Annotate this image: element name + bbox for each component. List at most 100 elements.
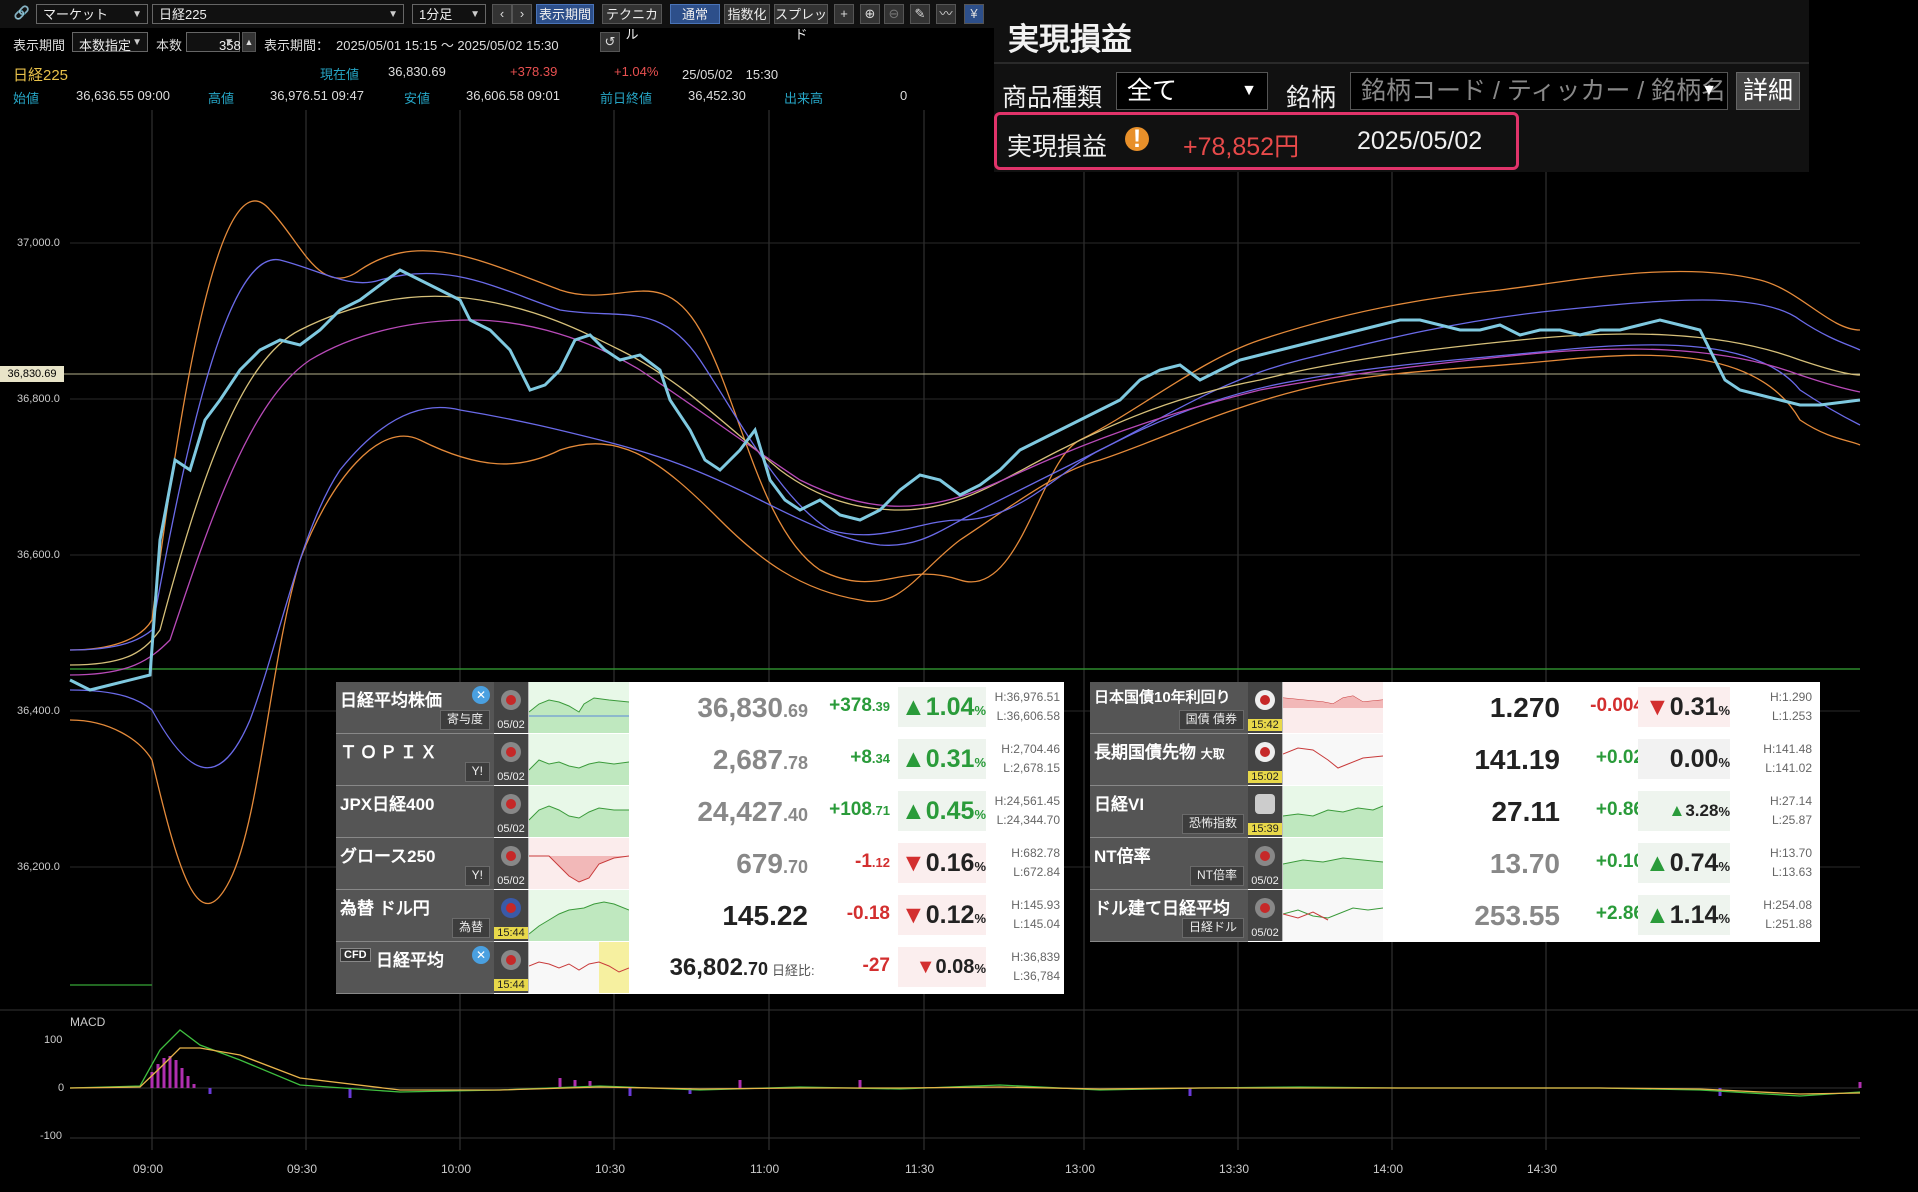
japan-flag-icon: [1255, 898, 1275, 918]
x-label: 14:00: [1373, 1162, 1404, 1176]
ghost-icon: [1255, 794, 1275, 814]
symbol-select[interactable]: 日経225 ▼: [152, 4, 404, 24]
x-label: 10:30: [595, 1162, 626, 1176]
row-date: 15:44: [494, 979, 528, 991]
row-value: 27.11: [1491, 796, 1560, 827]
row-high: H:36,976.51: [994, 690, 1060, 704]
board-row[interactable]: 長期国債先物 大取 15:02 141.19 +0.02 0.00% H:141…: [1090, 734, 1820, 786]
index-button[interactable]: 指数化: [724, 4, 770, 24]
board-row[interactable]: ＴＯＰＩＸ Y! 05/02 2,687.78 +8.34 ▲0.31% H:2…: [336, 734, 1064, 786]
quote-datetime: 25/05/02 15:30: [682, 67, 779, 82]
row-sub-button[interactable]: 恐怖指数: [1181, 814, 1244, 834]
row-sub-button[interactable]: 国債 債券: [1178, 710, 1244, 730]
board-row[interactable]: JPX日経400 05/02 24,427.40 +108.71 ▲0.45% …: [336, 786, 1064, 838]
row-sub-button[interactable]: 寄与度: [439, 710, 490, 730]
sparkline: [1282, 838, 1383, 889]
realized-pnl-result: 実現損益 ! +78,852円 2025/05/02: [994, 112, 1519, 170]
change-pct: +1.04%: [614, 64, 659, 79]
next-icon[interactable]: ›: [512, 4, 532, 24]
row-sub-button[interactable]: Y!: [464, 866, 490, 886]
row-name: 長期国債先物 大取: [1094, 743, 1225, 762]
zoom-out-icon[interactable]: ⊖: [884, 4, 904, 24]
sparkline: [528, 890, 629, 941]
current-value: 36,830.69: [388, 64, 446, 79]
prev-icon[interactable]: ‹: [492, 4, 512, 24]
board-row[interactable]: 為替 ドル円 為替 15:44 145.22 -0.18 ▼0.12% H:14…: [336, 890, 1064, 942]
link-icon[interactable]: 🔗: [12, 4, 32, 24]
row-change: +108.71: [829, 799, 890, 820]
reset-icon[interactable]: ↺: [600, 32, 620, 52]
x-icon[interactable]: ✕: [472, 686, 490, 704]
period-row: 表示期間 本数指定 ▼ 本数 358 ▼ ▲ 表示期間： 2025/05/01 15…: [0, 32, 1000, 56]
change-value: +378.39: [510, 64, 558, 79]
x-icon[interactable]: ✕: [472, 946, 490, 964]
row-low: L:25.87: [1771, 813, 1812, 827]
open-label: 始値: [13, 91, 40, 106]
sparkline: [1282, 682, 1383, 733]
crosshair-icon[interactable]: +: [834, 4, 854, 24]
row-pct: ▲0.31%: [898, 739, 986, 779]
result-value: +78,852円: [1183, 133, 1300, 161]
row-date: 05/02: [497, 719, 525, 731]
board-row[interactable]: ドル建て日経平均 日経ドル 05/02 253.55 +2.86 ▲1.14% …: [1090, 890, 1820, 942]
row-sub-button[interactable]: 為替: [451, 918, 490, 938]
low-label: 安値: [404, 91, 431, 106]
sparkline: [528, 682, 629, 733]
row-name: 日経平均株価: [340, 691, 442, 710]
warning-icon[interactable]: !: [1125, 127, 1149, 152]
display-period-button[interactable]: 表示期間: [536, 4, 594, 24]
row-value: 2,687.78: [712, 744, 808, 775]
pencil-icon[interactable]: ✎: [910, 4, 930, 24]
macd-y-label: 0: [58, 1082, 65, 1094]
row-change: -27: [862, 955, 890, 976]
normal-button[interactable]: 通常: [670, 4, 720, 24]
board-row[interactable]: グロース250 Y! 05/02 679.70 -1.12 ▼0.16% H:6…: [336, 838, 1064, 890]
count-stepper[interactable]: ▲: [242, 32, 256, 52]
row-sub-button[interactable]: 日経ドル: [1181, 918, 1244, 938]
x-label: 13:30: [1219, 1162, 1250, 1176]
price-chart[interactable]: [0, 110, 1918, 1192]
row-change: +8.34: [850, 747, 890, 768]
high-value: 36,976.51 09:47: [270, 88, 364, 103]
y-label: 37,000.0: [17, 237, 60, 249]
row-low: L:36,784: [1013, 969, 1060, 983]
row-pct: ▲1.14%: [1638, 895, 1730, 935]
zoom-in-icon[interactable]: ⊕: [860, 4, 880, 24]
divider: [994, 62, 1809, 64]
yen-icon[interactable]: ¥: [964, 4, 984, 24]
high-label: 高値: [208, 91, 235, 106]
row-name: ＴＯＰＩＸ: [340, 743, 440, 762]
board-row[interactable]: 日経VI 恐怖指数 15:39 27.11 +0.86 ▲3.28% H:27.…: [1090, 786, 1820, 838]
count-input[interactable]: 358 ▼: [186, 32, 241, 53]
row-name: JPX日経400: [340, 795, 435, 814]
row-value: 145.22: [722, 900, 808, 931]
technical-button[interactable]: テクニカル: [602, 4, 662, 42]
interval-select[interactable]: 1分足 ▼: [412, 4, 486, 24]
row-sub-button[interactable]: Y!: [464, 762, 490, 782]
row-change: +0.86: [1595, 799, 1644, 820]
row-high: H:13.70: [1769, 846, 1812, 860]
spread-button[interactable]: スプレッド: [774, 4, 828, 42]
row-sub-button[interactable]: NT倍率: [1190, 866, 1244, 886]
japan-flag-icon: [501, 742, 521, 762]
row-change: +2.86: [1595, 903, 1644, 924]
market-select[interactable]: マーケット ▼: [36, 4, 148, 24]
board-row[interactable]: NT倍率 NT倍率 05/02 13.70 +0.10 ▲0.74% H:13.…: [1090, 838, 1820, 890]
symbol-search-input[interactable]: 銘柄コード / ティッカー / 銘柄名 ▼: [1350, 72, 1728, 110]
row-pct: 0.00%: [1638, 739, 1730, 779]
row-change: -0.18: [846, 903, 890, 924]
row-value: 253.55: [1474, 900, 1560, 931]
product-type-select[interactable]: 全て ▼: [1116, 72, 1268, 110]
row-pct: ▼0.08%: [898, 947, 986, 987]
result-date: 2025/05/02: [1357, 127, 1483, 155]
board-row[interactable]: CFD 日経平均 ✕ 15:44 36,802.70 日経比: -27 ▼0.0…: [336, 942, 1064, 994]
board-row[interactable]: 日経平均株価 ✕ 寄与度 05/02 36,830.69 +378.39 ▲1.…: [336, 682, 1064, 734]
row-date: 05/02: [1251, 875, 1279, 887]
row-pct: ▼0.31%: [1638, 687, 1730, 727]
period-mode-select[interactable]: 本数指定 ▼: [72, 32, 148, 53]
wave-icon[interactable]: 〰: [936, 4, 956, 24]
result-label: 実現損益: [1007, 133, 1108, 161]
detail-button[interactable]: 詳細: [1736, 72, 1800, 110]
row-pct: ▲1.04%: [898, 687, 986, 727]
board-row[interactable]: 日本国債10年利回り 国債 債券 15:42 1.270 -0.004 ▼0.3…: [1090, 682, 1820, 734]
